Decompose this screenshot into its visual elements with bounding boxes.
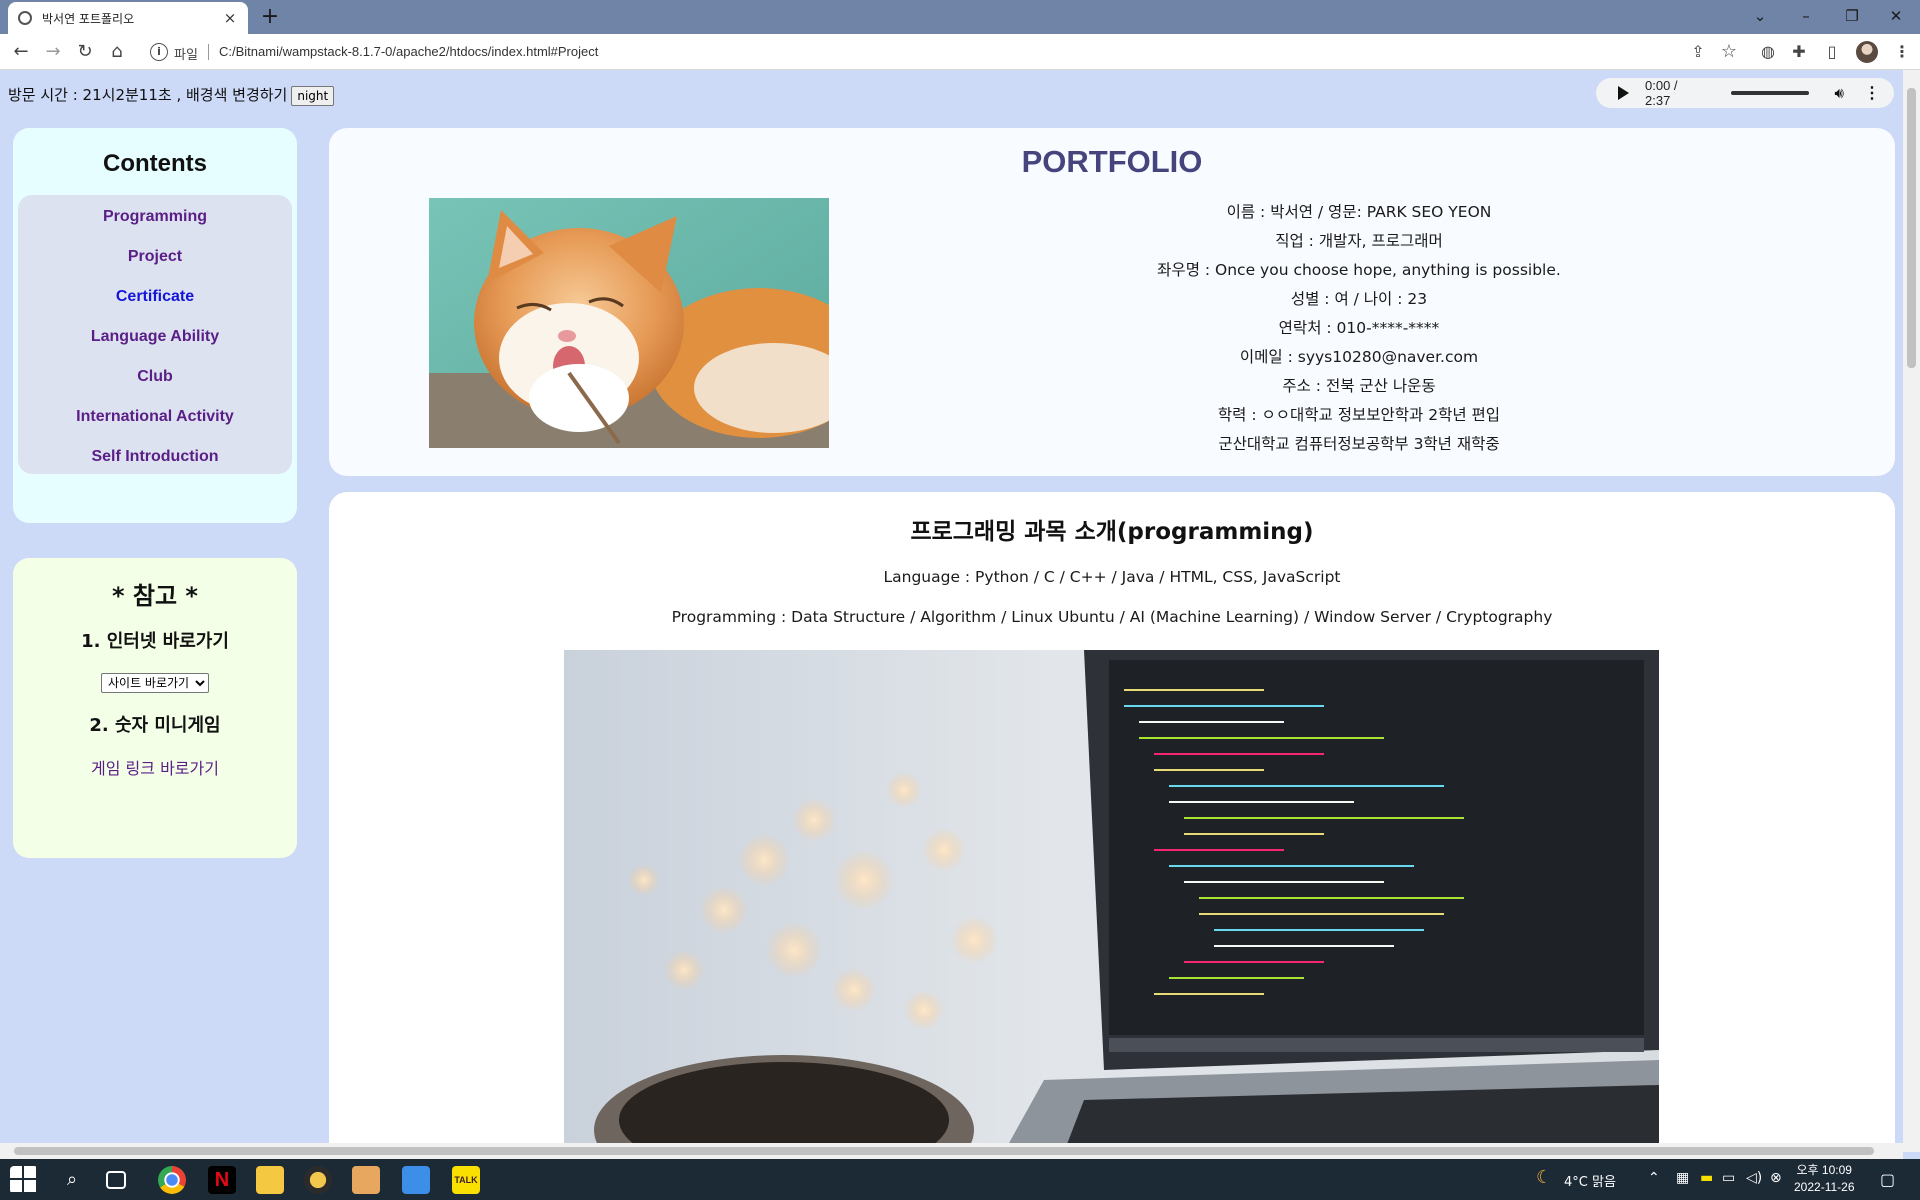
windows-start-icon[interactable] bbox=[10, 1166, 38, 1194]
horizontal-scrollbar-thumb[interactable] bbox=[14, 1147, 1874, 1155]
programming-section: 프로그래밍 과목 소개(programming) Language : Pyth… bbox=[329, 492, 1895, 1152]
globe-icon bbox=[18, 11, 32, 25]
vertical-scrollbar[interactable] bbox=[1903, 70, 1920, 1152]
audio-more-icon[interactable]: ⋮ bbox=[1864, 83, 1880, 103]
minigame-heading: 2. 숫자 미니게임 bbox=[89, 715, 221, 736]
app3-taskbar-icon[interactable] bbox=[402, 1166, 430, 1194]
chrome-taskbar-icon[interactable] bbox=[158, 1166, 186, 1194]
cat-photo bbox=[429, 198, 829, 448]
profile-education-current: 군산대학교 컴퓨터정보공학부 3학년 재학중 bbox=[1218, 435, 1500, 453]
bookmark-star-icon[interactable]: ☆ bbox=[1717, 40, 1741, 64]
windows-taskbar: ⌕ N TALK ☾ 4°C 맑음 ⌃ ▦ ▬ ▭ ◁) ⊗ 오후 10:09 … bbox=[0, 1159, 1920, 1200]
browser-tab[interactable]: 박서연 포트폴리오 × bbox=[8, 2, 248, 34]
sidebar-item-club[interactable]: Club bbox=[18, 357, 292, 397]
new-tab-button[interactable]: + bbox=[258, 4, 282, 29]
restore-button[interactable]: ❐ bbox=[1832, 2, 1872, 30]
extensions-puzzle-icon[interactable]: ✚ bbox=[1787, 40, 1811, 64]
app-taskbar-icon[interactable] bbox=[304, 1166, 332, 1194]
side-panel-icon[interactable]: ▯ bbox=[1820, 40, 1844, 64]
search-icon[interactable]: ⌕ bbox=[58, 1166, 86, 1194]
site-shortcut-select[interactable]: 사이트 바로가기 bbox=[101, 673, 209, 693]
tray-keyboard-icon[interactable]: ▦ bbox=[1676, 1170, 1689, 1186]
tray-chevron-icon[interactable]: ⌃ bbox=[1648, 1170, 1660, 1186]
browser-menu-icon[interactable]: ⋮ bbox=[1890, 40, 1914, 64]
contents-menu: Programming Project Certificate Language… bbox=[18, 195, 292, 474]
night-mode-button[interactable]: night bbox=[291, 86, 335, 106]
minimize-button[interactable]: – bbox=[1786, 2, 1826, 30]
profile-email: 이메일 : syys10280@naver.com bbox=[1239, 348, 1479, 366]
programming-languages: Language : Python / C / C++ / Java / HTM… bbox=[883, 568, 1341, 586]
profile-phone: 연락처 : 010-****-**** bbox=[1278, 319, 1440, 337]
file-explorer-icon[interactable] bbox=[256, 1166, 284, 1194]
app2-taskbar-icon[interactable] bbox=[352, 1166, 380, 1194]
taskbar-clock[interactable]: 오후 10:09 2022-11-26 bbox=[1794, 1162, 1855, 1196]
laptop-code-photo bbox=[564, 650, 1659, 1152]
internet-shortcut-heading: 1. 인터넷 바로가기 bbox=[81, 631, 229, 652]
profile-avatar[interactable] bbox=[1856, 41, 1878, 63]
address-bar-url[interactable]: C:/Bitnami/wampstack-8.1.7-0/apache2/htd… bbox=[219, 44, 598, 59]
profile-gender-age: 성별 : 여 / 나이 : 23 bbox=[1290, 290, 1428, 308]
sidebar-item-certificate[interactable]: Certificate bbox=[18, 277, 292, 317]
visit-time-line: 방문 시간 : 21시2분11초 , 배경색 변경하기 night bbox=[8, 84, 335, 106]
profile-name: 이름 : 박서연 / 영문: PARK SEO YEON bbox=[1226, 203, 1492, 221]
portfolio-title: PORTFOLIO bbox=[1021, 144, 1203, 179]
audio-time: 0:00 / 2:37 bbox=[1645, 78, 1678, 108]
portfolio-card: PORTFOLIO 이름: 박서연 / 영문: PARK SEO YEON 직… bbox=[329, 128, 1895, 476]
sidebar-item-programming[interactable]: Programming bbox=[18, 197, 292, 237]
profile-job: 직업 : 개발자, 프로그래머 bbox=[1275, 232, 1443, 250]
reload-icon[interactable]: ↻ bbox=[73, 40, 97, 64]
sidebar-item-language-ability[interactable]: Language Ability bbox=[18, 317, 292, 357]
profile-motto: 좌우명 : Once you choose hope, anything is … bbox=[1157, 261, 1561, 279]
ime-icon[interactable]: ⊗ bbox=[1770, 1170, 1782, 1186]
weather-text[interactable]: 4°C 맑음 bbox=[1564, 1171, 1616, 1190]
play-icon[interactable] bbox=[1618, 86, 1629, 100]
tab-title: 박서연 포트폴리오 bbox=[42, 11, 135, 26]
sidebar-item-self-introduction[interactable]: Self Introduction bbox=[18, 437, 292, 477]
visit-time-text: 방문 시간 : 21시2분11초 , 배경색 변경하기 bbox=[8, 86, 288, 104]
home-icon[interactable]: ⌂ bbox=[105, 40, 129, 64]
sidebar-item-international-activity[interactable]: International Activity bbox=[18, 397, 292, 437]
tab-search-icon[interactable]: ⌄ bbox=[1740, 2, 1780, 30]
volume-icon[interactable]: 🔊︎ bbox=[1835, 85, 1844, 102]
back-arrow-icon[interactable]: ← bbox=[9, 40, 33, 64]
notification-icon[interactable]: ▢ bbox=[1880, 1170, 1895, 1189]
netflix-taskbar-icon[interactable]: N bbox=[208, 1166, 236, 1194]
moon-weather-icon: ☾ bbox=[1536, 1167, 1553, 1188]
translate-icon[interactable]: ◍ bbox=[1756, 40, 1780, 64]
clock-time: 오후 10:09 bbox=[1796, 1163, 1852, 1177]
browser-toolbar: ← → ↻ ⌂ i 파일 C:/Bitnami/wampstack-8.1.7-… bbox=[0, 34, 1920, 70]
sidebar-item-project[interactable]: Project bbox=[18, 237, 292, 277]
info-icon[interactable]: i bbox=[150, 43, 168, 61]
programming-subjects: Programming : Data Structure / Algorithm… bbox=[671, 608, 1553, 626]
address-divider bbox=[208, 44, 209, 60]
programming-title: 프로그래밍 과목 소개(programming) bbox=[910, 519, 1314, 545]
speaker-icon[interactable]: ◁) bbox=[1746, 1170, 1762, 1186]
share-icon[interactable]: ⇪ bbox=[1686, 40, 1710, 64]
tray-kakao-icon[interactable]: ▬ bbox=[1700, 1170, 1713, 1186]
horizontal-scrollbar[interactable] bbox=[0, 1143, 1903, 1159]
kakaotalk-taskbar-icon[interactable]: TALK bbox=[452, 1166, 480, 1194]
clock-date: 2022-11-26 bbox=[1794, 1180, 1855, 1194]
network-icon[interactable]: ▭ bbox=[1722, 1170, 1735, 1186]
game-link[interactable]: 게임 링크 바로가기 bbox=[91, 755, 219, 779]
task-view-icon[interactable] bbox=[106, 1171, 126, 1189]
volume-slider[interactable] bbox=[1730, 91, 1809, 95]
forward-arrow-icon[interactable]: → bbox=[41, 40, 65, 64]
profile-info: 이름 : 박서연 / 영문: PARK SEO YEON 직업 : 개발자, 프… bbox=[949, 198, 1769, 459]
contents-panel: Contents Programming Project Certificate… bbox=[13, 128, 297, 523]
address-scheme-label: 파일 bbox=[174, 48, 198, 63]
browser-tab-bar: 박서연 포트폴리오 × + ⌄ – ❐ ✕ bbox=[0, 0, 1920, 34]
audio-player[interactable]: 0:00 / 2:37 🔊︎ ⋮ bbox=[1596, 78, 1894, 108]
reference-panel: * 참고 * 1. 인터넷 바로가기 사이트 바로가기 2. 숫자 미니게임 게… bbox=[13, 558, 297, 858]
vertical-scrollbar-thumb[interactable] bbox=[1907, 88, 1916, 368]
reference-title: * 참고 * bbox=[112, 582, 198, 610]
profile-education: 학력 : ㅇㅇ대학교 정보보안학과 2학년 편입 bbox=[1217, 406, 1501, 424]
profile-address: 주소 : 전북 군산 나운동 bbox=[1282, 377, 1436, 395]
tab-close-icon[interactable]: × bbox=[222, 9, 238, 27]
close-window-button[interactable]: ✕ bbox=[1876, 2, 1916, 30]
contents-title: Contents bbox=[103, 150, 207, 177]
